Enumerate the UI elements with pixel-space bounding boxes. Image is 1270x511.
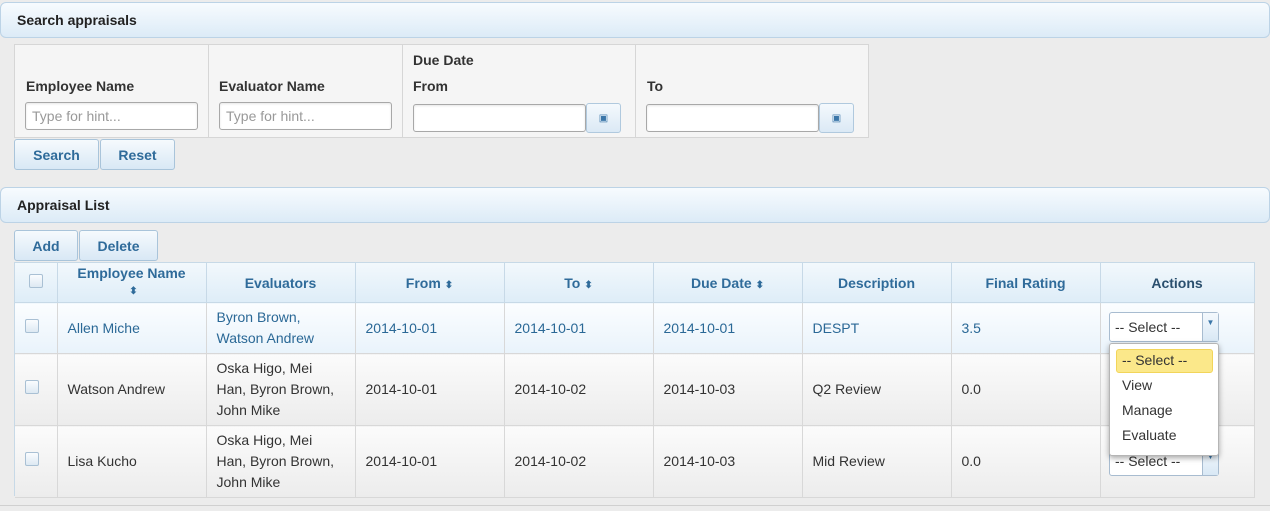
- dropdown-option-manage[interactable]: Manage: [1110, 398, 1218, 423]
- description-cell: DESPT: [802, 302, 952, 354]
- row-checkbox-cell: [15, 302, 58, 354]
- column-label: Description: [837, 274, 915, 291]
- to-cell: 2014-10-02: [504, 425, 654, 498]
- due-date-to-column: To ▣: [636, 45, 868, 137]
- to-label: To: [647, 78, 664, 94]
- from-date-input[interactable]: [413, 104, 586, 132]
- dropdown-option-evaluate[interactable]: Evaluate: [1110, 423, 1218, 448]
- row-checkbox[interactable]: [25, 380, 39, 394]
- search-button[interactable]: Search: [14, 139, 99, 170]
- description-cell: Mid Review: [802, 425, 952, 498]
- calendar-icon: ▣: [598, 112, 609, 124]
- to-date-input[interactable]: [646, 104, 819, 132]
- table-row: Allen Miche Byron Brown, Watson Andrew 2…: [15, 302, 1255, 354]
- dropdown-option-view[interactable]: View: [1110, 373, 1218, 398]
- search-form: Employee Name Evaluator Name Due Date Fr…: [14, 44, 869, 138]
- final-rating-cell: 3.5: [951, 302, 1101, 354]
- from-cell: 2014-10-01: [355, 302, 505, 354]
- employee-name-label: Employee Name: [26, 78, 135, 94]
- row-checkbox[interactable]: [25, 452, 39, 466]
- chevron-down-icon: ▼: [1202, 313, 1218, 341]
- to-cell: 2014-10-02: [504, 353, 654, 426]
- action-dropdown-menu: -- Select -- View Manage Evaluate: [1109, 343, 1219, 456]
- evaluators-cell: Oska Higo, Mei Han, Byron Brown, John Mi…: [206, 353, 356, 426]
- due-date-label: Due Date: [413, 52, 474, 68]
- reset-button[interactable]: Reset: [100, 139, 175, 170]
- description-cell: Q2 Review: [802, 353, 952, 426]
- list-panel-header: Appraisal List: [0, 187, 1270, 223]
- appraisal-table: Employee Name ⬍ Evaluators From ⬍ To ⬍ Due…: [15, 263, 1255, 498]
- due-date-cell: 2014-10-01: [653, 302, 803, 354]
- employee-name-column: Employee Name: [15, 45, 209, 137]
- column-label: Employee Name: [77, 265, 186, 281]
- column-header-employee-name[interactable]: Employee Name ⬍: [57, 263, 207, 303]
- dropdown-option-select[interactable]: -- Select --: [1116, 349, 1213, 373]
- column-label: Final Rating: [985, 274, 1066, 291]
- from-calendar-button[interactable]: ▣: [586, 103, 621, 133]
- to-cell: 2014-10-01: [504, 302, 654, 354]
- from-cell: 2014-10-01: [355, 353, 505, 426]
- appraisal-table-container: Employee Name ⬍ Evaluators From ⬍ To ⬍ Due…: [14, 262, 1255, 498]
- select-all-checkbox[interactable]: [28, 274, 43, 288]
- final-rating-cell: 0.0: [951, 353, 1101, 426]
- due-date-cell: 2014-10-03: [653, 353, 803, 426]
- column-label: Evaluators: [244, 274, 317, 291]
- evaluator-name-column: Evaluator Name: [209, 45, 403, 137]
- search-panel-header: Search appraisals: [0, 2, 1270, 38]
- sort-arrows-icon: ⬍: [444, 279, 454, 291]
- column-header-description: Description: [802, 263, 952, 303]
- employee-name-input[interactable]: [25, 102, 198, 130]
- employee-name-cell[interactable]: Allen Miche: [57, 302, 207, 354]
- row-checkbox-cell: [15, 353, 58, 426]
- table-row: Lisa Kucho Oska Higo, Mei Han, Byron Bro…: [15, 425, 1255, 498]
- table-row: Watson Andrew Oska Higo, Mei Han, Byron …: [15, 353, 1255, 426]
- column-header-evaluators: Evaluators: [206, 263, 356, 303]
- row-checkbox[interactable]: [25, 318, 39, 333]
- employee-name-cell[interactable]: Lisa Kucho: [57, 425, 207, 498]
- column-label: To: [564, 274, 581, 291]
- column-label: From: [405, 274, 441, 291]
- select-value: -- Select --: [1115, 319, 1181, 335]
- sort-arrows-icon: ⬍: [755, 279, 765, 291]
- to-calendar-button[interactable]: ▣: [819, 103, 854, 133]
- sort-arrows-icon: ⬍: [584, 279, 593, 291]
- evaluators-cell: Byron Brown, Watson Andrew: [206, 302, 356, 354]
- final-rating-cell: 0.0: [951, 425, 1101, 498]
- due-date-cell: 2014-10-03: [653, 425, 803, 498]
- row-action-select[interactable]: -- Select -- ▼: [1109, 312, 1219, 342]
- column-header-actions: Actions: [1100, 263, 1255, 303]
- evaluators-cell: Oska Higo, Mei Han, Byron Brown, John Mi…: [206, 425, 356, 498]
- add-button[interactable]: Add: [14, 230, 78, 261]
- evaluator-name-input[interactable]: [219, 102, 392, 130]
- from-label: From: [413, 78, 448, 94]
- column-header-from[interactable]: From ⬍: [355, 263, 505, 303]
- employee-name-cell[interactable]: Watson Andrew: [57, 353, 207, 426]
- from-cell: 2014-10-01: [355, 425, 505, 498]
- column-header-due-date[interactable]: Due Date ⬍: [653, 263, 803, 303]
- sort-arrows-icon: ⬍: [129, 286, 138, 297]
- column-header-to[interactable]: To ⬍: [504, 263, 654, 303]
- column-label: Actions: [1151, 274, 1203, 291]
- select-all-header: [15, 263, 58, 303]
- divider: [0, 505, 1270, 506]
- column-label: Due Date: [690, 274, 752, 291]
- row-checkbox-cell: [15, 425, 58, 498]
- column-header-final-rating: Final Rating: [951, 263, 1101, 303]
- due-date-from-column: Due Date From ▣: [403, 45, 636, 137]
- delete-button[interactable]: Delete: [79, 230, 158, 261]
- evaluator-name-label: Evaluator Name: [219, 78, 325, 94]
- calendar-icon: ▣: [831, 112, 842, 124]
